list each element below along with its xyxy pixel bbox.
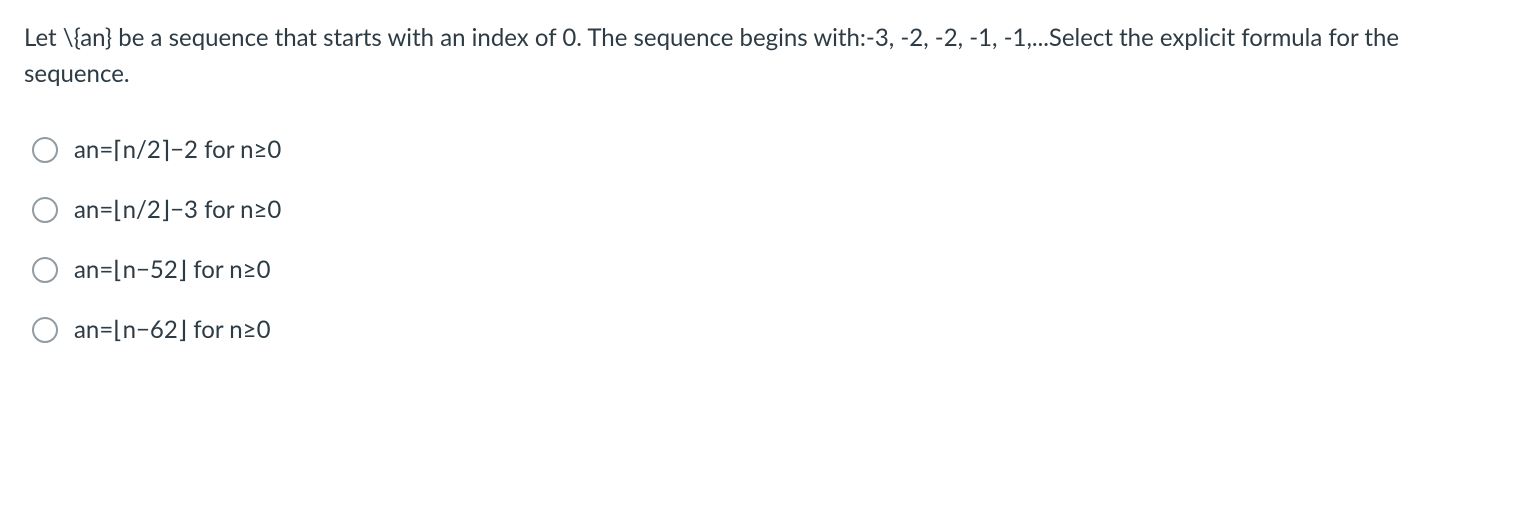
question-text: Let \{an} be a sequence that starts with…: [24, 20, 1492, 92]
option-row[interactable]: an=⌊n/2⌋−3 for n≥0: [32, 192, 1492, 228]
radio-icon[interactable]: [32, 257, 58, 283]
radio-icon[interactable]: [32, 317, 58, 343]
option-label: an=⌊n−52⌋ for n≥0: [74, 252, 271, 288]
option-label: an=⌊n/2⌋−3 for n≥0: [74, 192, 281, 228]
radio-icon[interactable]: [32, 197, 58, 223]
option-row[interactable]: an=⌊n−52⌋ for n≥0: [32, 252, 1492, 288]
option-row[interactable]: an=⌊n−62⌋ for n≥0: [32, 312, 1492, 348]
option-label: an=⌊n−62⌋ for n≥0: [74, 312, 271, 348]
radio-icon[interactable]: [32, 137, 58, 163]
options-list: an=⌈n/2⌉−2 for n≥0 an=⌊n/2⌋−3 for n≥0 an…: [24, 132, 1492, 348]
option-label: an=⌈n/2⌉−2 for n≥0: [74, 132, 281, 168]
option-row[interactable]: an=⌈n/2⌉−2 for n≥0: [32, 132, 1492, 168]
